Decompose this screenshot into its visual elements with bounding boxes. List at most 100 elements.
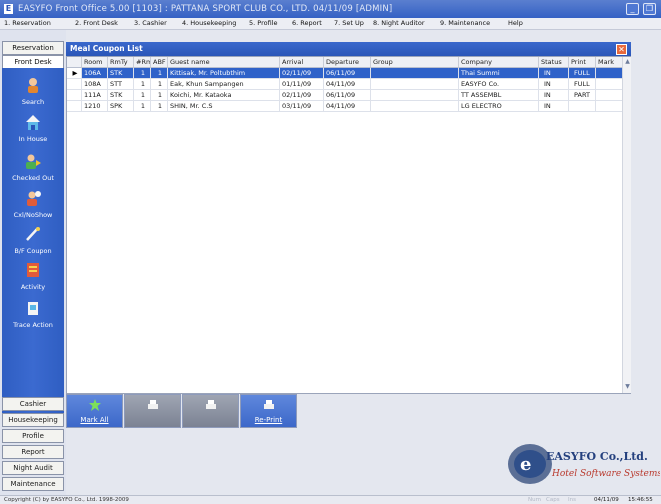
cell-abf: 1 xyxy=(151,68,168,79)
close-panel-button[interactable]: ✕ xyxy=(616,44,627,55)
nav-cxl-noshow-label: Cxl/NoShow xyxy=(13,211,53,219)
nav-trace-action[interactable]: Trace Action xyxy=(2,299,64,329)
cell-guest: Eak, Khun Sampangen xyxy=(168,79,280,90)
logo-graphic: e EASYFO Co.,Ltd. Hotel Software Systems xyxy=(508,444,661,484)
cell-mark[interactable] xyxy=(596,101,623,112)
profile-button[interactable]: Profile xyxy=(2,429,64,443)
menu-reservation[interactable]: 1. Reservation xyxy=(4,19,51,27)
housekeeping-button[interactable]: Housekeeping xyxy=(2,413,64,427)
nav-bf-coupon[interactable]: B/F Coupon xyxy=(2,225,64,255)
cell-print: FULL xyxy=(569,68,596,79)
cell-departure: 04/11/09 xyxy=(324,79,371,90)
header-indicator xyxy=(67,57,82,68)
menu-report[interactable]: 6. Report xyxy=(292,19,322,27)
header-print[interactable]: Print xyxy=(569,57,596,68)
row-indicator: ▶ xyxy=(67,68,82,79)
maintenance-button[interactable]: Maintenance xyxy=(2,477,64,491)
header-status[interactable]: Status xyxy=(539,57,569,68)
cell-abf: 1 xyxy=(151,79,168,90)
cell-room: 111A xyxy=(82,90,108,101)
print-button-disabled-1[interactable] xyxy=(124,394,181,428)
restore-button[interactable]: ❐ xyxy=(643,3,656,15)
reprint-button[interactable]: Re-Print xyxy=(240,394,297,428)
menu-housekeeping[interactable]: 4. Housekeeping xyxy=(182,19,236,27)
checked-out-icon xyxy=(26,154,41,169)
header-rm[interactable]: #Rm xyxy=(134,57,151,68)
vertical-scrollbar[interactable]: ▲ ▼ xyxy=(622,57,631,393)
menu-help[interactable]: Help xyxy=(508,19,523,27)
mark-all-button[interactable]: Mark All xyxy=(66,394,123,428)
header-group[interactable]: Group xyxy=(371,57,459,68)
window-title: EASYFO Front Office 5.00 [1103] : PATTAN… xyxy=(18,4,393,14)
report-button[interactable]: Report xyxy=(2,445,64,459)
tab-reservation[interactable]: Reservation xyxy=(2,41,64,55)
menu-profile[interactable]: 5. Profile xyxy=(249,19,277,27)
status-time: 15:46:55 xyxy=(628,497,653,503)
front-desk-panel: Search In House Checked Out Cxl/NoShow B… xyxy=(2,68,64,423)
insert-indicator: Ins xyxy=(568,497,576,503)
cell-room: 108A xyxy=(82,79,108,90)
cell-departure: 04/11/09 xyxy=(324,101,371,112)
row-indicator xyxy=(67,79,82,90)
cell-company: EASYFO Co. xyxy=(459,79,539,90)
cell-departure: 06/11/09 xyxy=(324,68,371,79)
table-row[interactable]: 108A STT 1 1 Eak, Khun Sampangen 01/11/0… xyxy=(67,79,623,90)
left-navigation: Reservation Front Desk Search In House C… xyxy=(0,30,66,504)
nav-checked-out[interactable]: Checked Out xyxy=(2,152,64,182)
header-departure[interactable]: Departure xyxy=(324,57,371,68)
cell-guest: Koichi, Mr. Kataoka xyxy=(168,90,280,101)
cell-group xyxy=(371,68,459,79)
cell-company: Thai Summi xyxy=(459,68,539,79)
minimize-button[interactable]: _ xyxy=(626,3,639,15)
cell-group xyxy=(371,101,459,112)
cell-mark[interactable] xyxy=(596,68,623,79)
cell-mark[interactable] xyxy=(596,90,623,101)
cashier-button[interactable]: Cashier xyxy=(2,397,64,411)
coupon-icon xyxy=(26,227,40,241)
scroll-up-icon[interactable]: ▲ xyxy=(624,58,631,66)
cell-rmty: STK xyxy=(108,90,134,101)
star-icon xyxy=(89,399,101,411)
table-row[interactable]: 111A STK 1 1 Koichi, Mr. Kataoka 02/11/0… xyxy=(67,90,623,101)
nav-in-house[interactable]: In House xyxy=(2,113,64,143)
print-button-disabled-2[interactable] xyxy=(182,394,239,428)
header-guest-name[interactable]: Guest name xyxy=(168,57,280,68)
cell-guest: Kittisak, Mr. Poltubthim xyxy=(168,68,280,79)
menu-maintenance[interactable]: 9. Maintenance xyxy=(440,19,490,27)
header-room[interactable]: Room xyxy=(82,57,108,68)
nav-activity[interactable]: Activity xyxy=(2,261,64,291)
cell-group xyxy=(371,90,459,101)
search-person-icon xyxy=(28,78,38,93)
night-audit-button[interactable]: Night Audit xyxy=(2,461,64,475)
menu-night-auditor[interactable]: 8. Night Auditor xyxy=(373,19,425,27)
header-rmty[interactable]: RmTy xyxy=(108,57,134,68)
cell-rm: 1 xyxy=(134,101,151,112)
row-indicator xyxy=(67,101,82,112)
row-indicator xyxy=(67,90,82,101)
table-row[interactable]: ▶ 106A STK 1 1 Kittisak, Mr. Poltubthim … xyxy=(67,68,623,79)
menu-cashier[interactable]: 3. Cashier xyxy=(134,19,167,27)
cell-room: 106A xyxy=(82,68,108,79)
nav-search[interactable]: Search xyxy=(2,76,64,106)
nav-cxl-noshow[interactable]: Cxl/NoShow xyxy=(2,189,64,219)
menu-front-desk[interactable]: 2. Front Desk xyxy=(75,19,118,27)
menu-setup[interactable]: 7. Set Up xyxy=(334,19,364,27)
nav-search-label: Search xyxy=(21,98,45,106)
nav-in-house-label: In House xyxy=(18,135,48,143)
tab-front-desk[interactable]: Front Desk xyxy=(2,55,64,69)
header-abf[interactable]: ABF xyxy=(151,57,168,68)
table-row[interactable]: 1210 SPK 1 1 SHIN, Mr. C.S 03/11/09 04/1… xyxy=(67,101,623,112)
cancel-noshow-icon xyxy=(27,191,41,206)
scroll-down-icon[interactable]: ▼ xyxy=(624,383,631,391)
header-arrival[interactable]: Arrival xyxy=(280,57,324,68)
printer-icon xyxy=(148,400,158,409)
cell-mark[interactable] xyxy=(596,79,623,90)
cell-rmty: SPK xyxy=(108,101,134,112)
header-company[interactable]: Company xyxy=(459,57,539,68)
cell-group xyxy=(371,79,459,90)
status-bar: Copyright (C) by EASYFO Co., Ltd. 1998-2… xyxy=(0,495,661,504)
house-icon xyxy=(26,115,40,130)
cell-rm: 1 xyxy=(134,90,151,101)
nav-trace-action-label: Trace Action xyxy=(13,321,53,329)
header-mark[interactable]: Mark xyxy=(596,57,623,68)
